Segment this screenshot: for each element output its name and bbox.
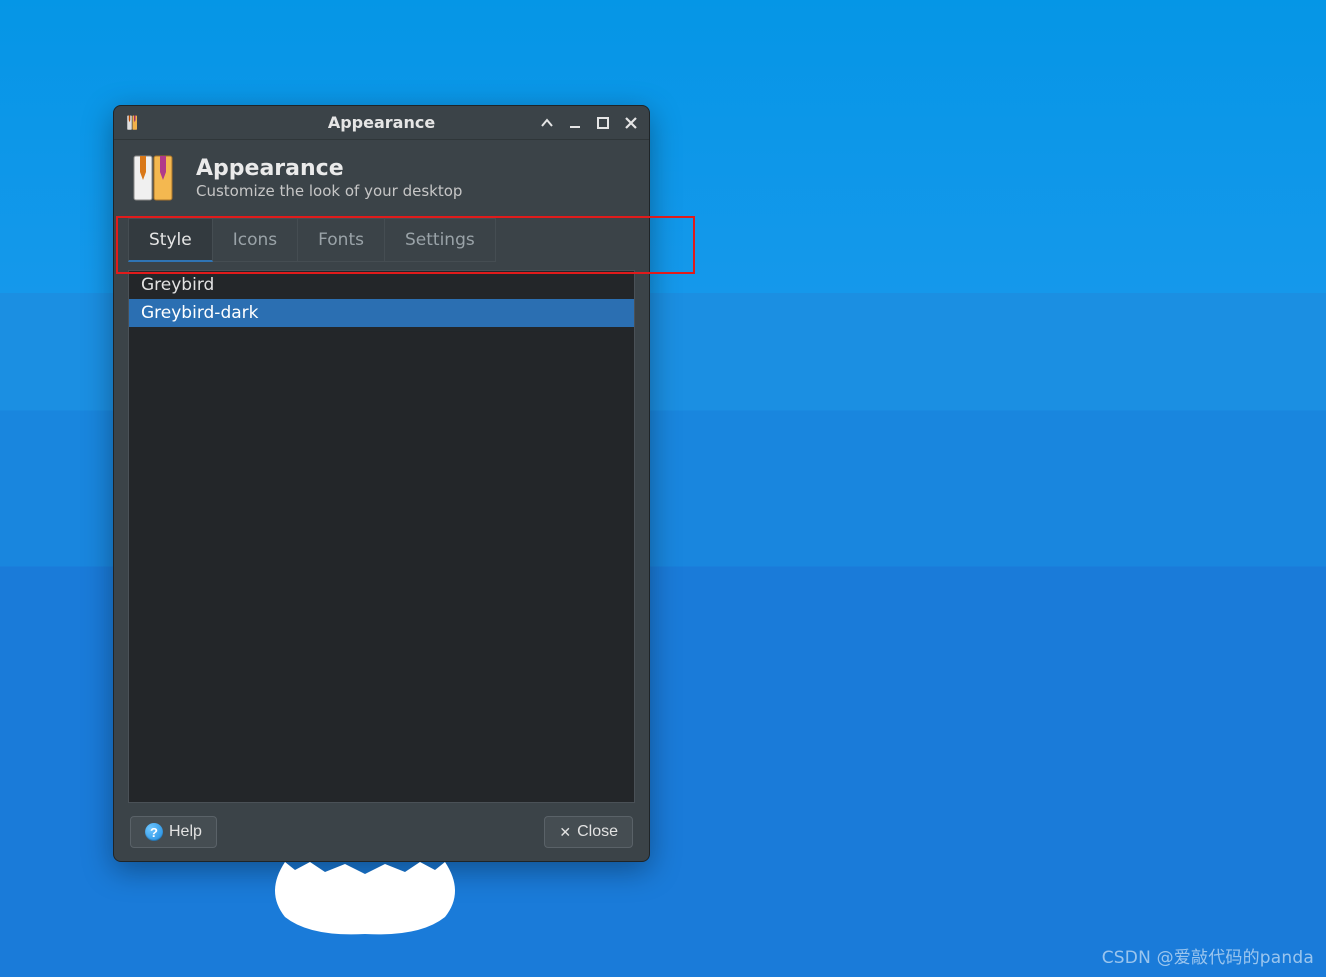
- minimize-button[interactable]: [567, 115, 583, 131]
- appearance-window: Appearance: [113, 105, 650, 862]
- window-title: Appearance: [328, 113, 435, 132]
- window-icon: [124, 113, 144, 133]
- appearance-icon: [130, 152, 182, 204]
- desktop-mascot: [265, 862, 465, 942]
- tabs: Style Icons Fonts Settings: [128, 218, 635, 262]
- tab-fonts[interactable]: Fonts: [298, 218, 385, 262]
- close-button[interactable]: [623, 115, 639, 131]
- header-title: Appearance: [196, 156, 462, 182]
- style-list[interactable]: Greybird Greybird-dark: [128, 270, 635, 803]
- dialog-header: Appearance Customize the look of your de…: [114, 140, 649, 218]
- watermark-text: CSDN @爱敲代码的panda: [1102, 943, 1314, 968]
- tab-style[interactable]: Style: [128, 218, 213, 262]
- list-item[interactable]: Greybird: [129, 271, 634, 299]
- tab-icons[interactable]: Icons: [213, 218, 298, 262]
- close-label: Close: [577, 823, 618, 841]
- close-icon: ✕: [559, 824, 571, 841]
- help-icon: ?: [145, 823, 163, 841]
- maximize-button[interactable]: [595, 115, 611, 131]
- header-subtitle: Customize the look of your desktop: [196, 182, 462, 200]
- dialog-footer: ? Help ✕ Close: [114, 803, 649, 861]
- rollup-button[interactable]: [539, 115, 555, 131]
- list-item[interactable]: Greybird-dark: [129, 299, 634, 327]
- tab-settings[interactable]: Settings: [385, 218, 496, 262]
- window-controls: [539, 115, 639, 131]
- close-dialog-button[interactable]: ✕ Close: [544, 816, 633, 848]
- titlebar[interactable]: Appearance: [114, 106, 649, 140]
- help-button[interactable]: ? Help: [130, 816, 217, 848]
- help-label: Help: [169, 823, 202, 841]
- tabs-container: Style Icons Fonts Settings: [114, 218, 649, 262]
